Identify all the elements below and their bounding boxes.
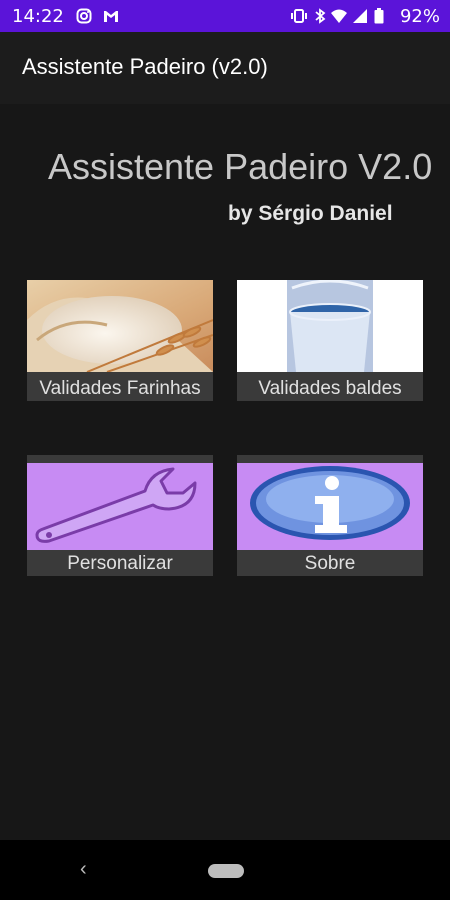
signal-icon [353, 9, 367, 23]
wrench-icon [27, 463, 213, 550]
back-button[interactable]: ‹ [80, 858, 87, 881]
tile-label: Personalizar [67, 553, 173, 574]
tile-label: Validades baldes [258, 378, 402, 399]
app-bar: Assistente Padeiro (v2.0) [0, 32, 450, 104]
author-byline: by Sérgio Daniel [228, 202, 393, 225]
status-bar: 14:22 92% [0, 0, 450, 32]
status-time: 14:22 [12, 6, 64, 27]
wifi-icon [331, 9, 347, 23]
tile-sobre[interactable]: Sobre [237, 455, 423, 576]
flour-image [27, 280, 213, 372]
app-title: Assistente Padeiro (v2.0) [22, 54, 268, 79]
instagram-icon [76, 8, 92, 24]
tile-label: Validades Farinhas [39, 378, 201, 399]
tile-validades-farinhas[interactable]: Validades Farinhas [27, 280, 213, 401]
tile-label: Sobre [304, 553, 356, 574]
tile-personalizar[interactable]: Personalizar [27, 455, 213, 576]
bucket-image [237, 280, 423, 372]
tile-validades-baldes[interactable]: Validades baldes [237, 280, 423, 401]
battery-percentage: 92% [399, 6, 440, 27]
navigation-bar: ‹ [0, 840, 450, 900]
home-handle[interactable] [208, 864, 244, 878]
vibrate-icon [291, 9, 307, 23]
gmail-icon [104, 11, 118, 22]
bluetooth-icon [315, 8, 326, 24]
battery-icon [374, 8, 384, 24]
page-heading: Assistente Padeiro V2.0 [48, 146, 433, 187]
info-icon [237, 463, 423, 550]
